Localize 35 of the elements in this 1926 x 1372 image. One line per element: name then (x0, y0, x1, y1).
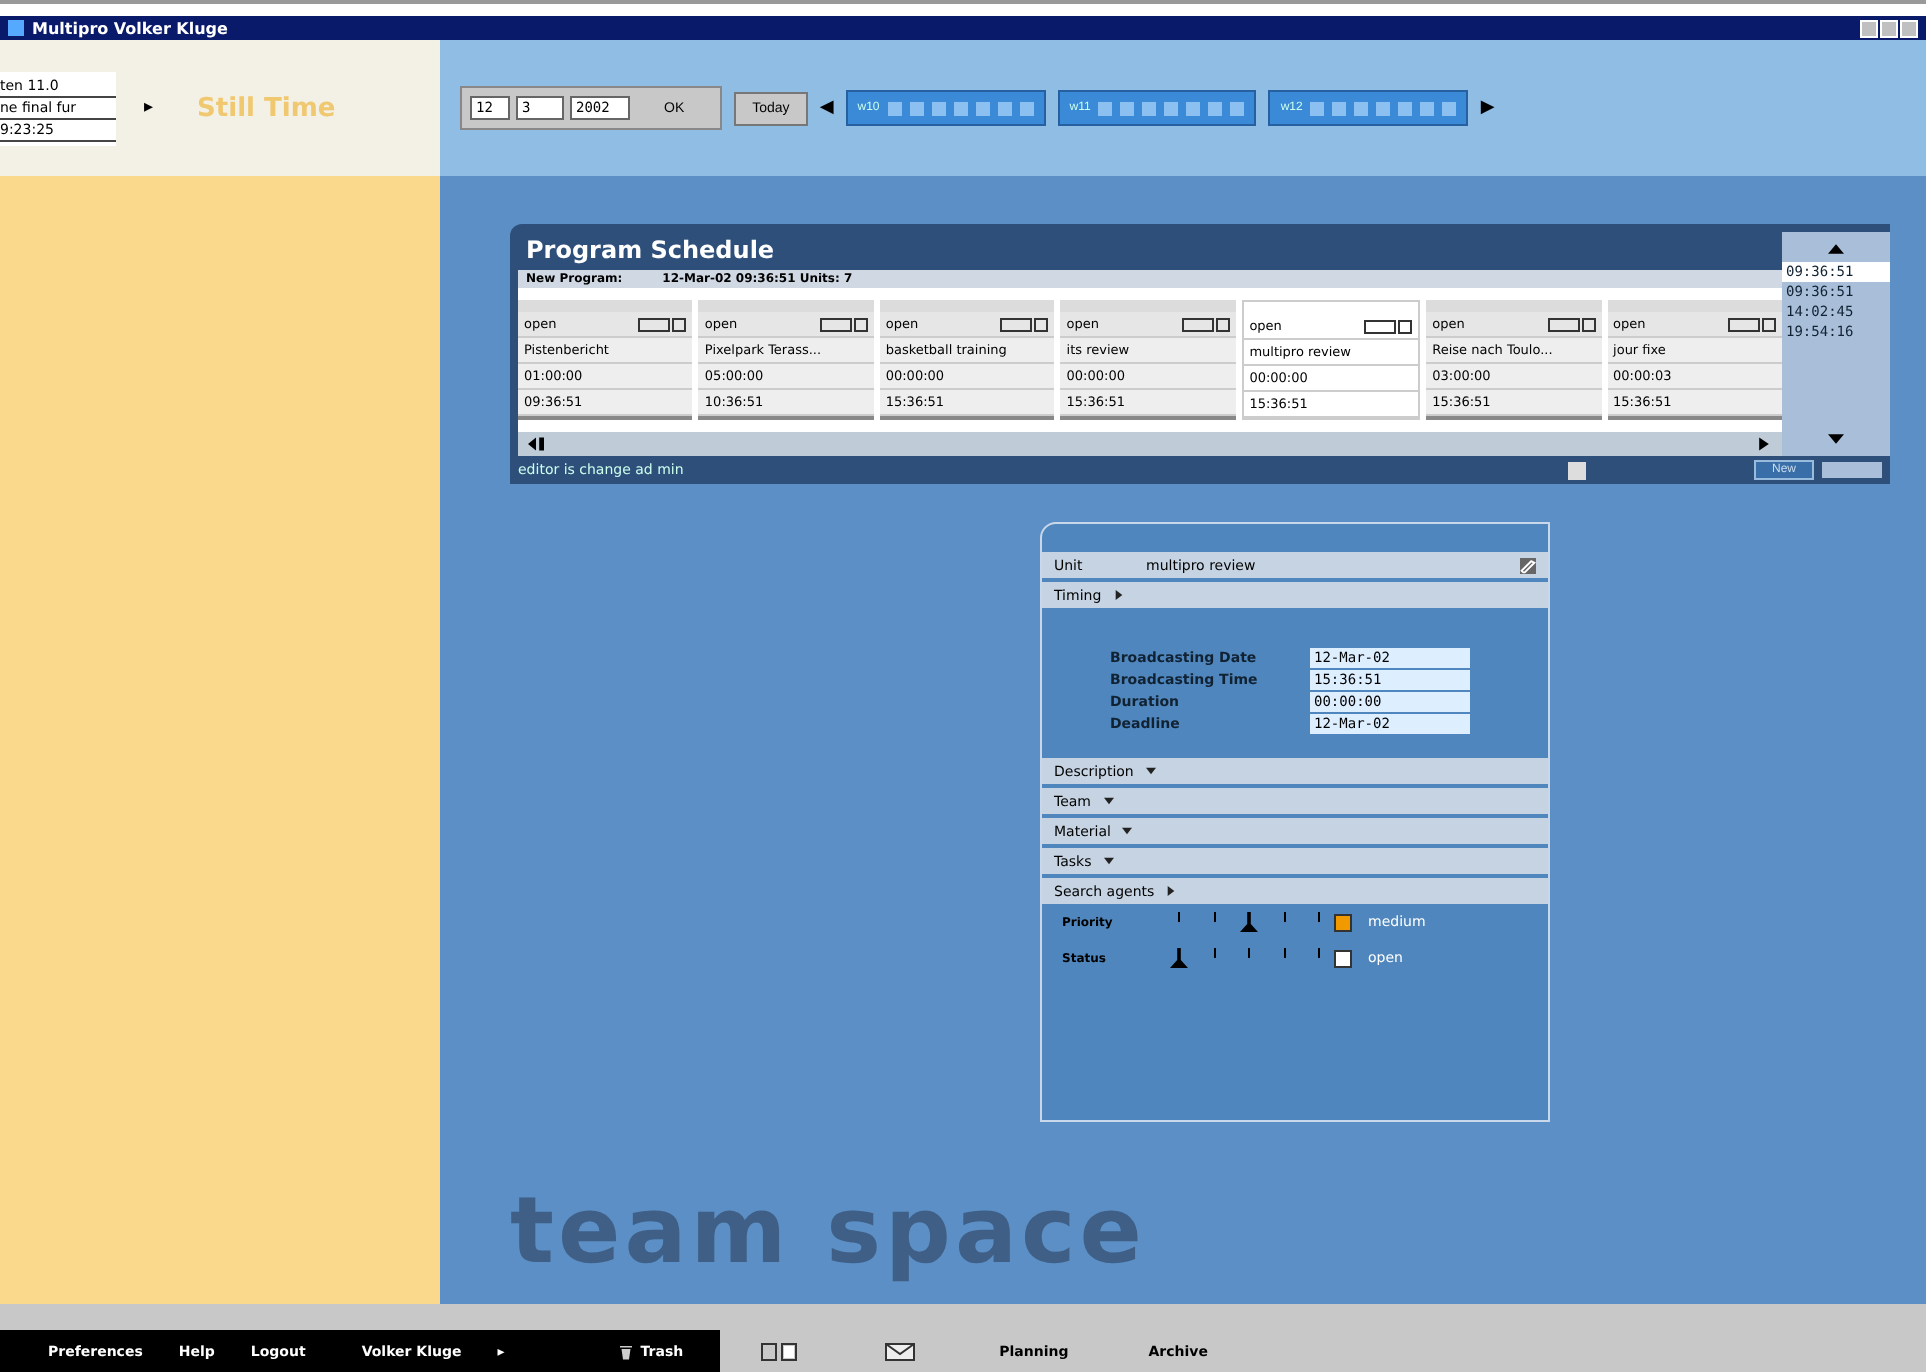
caret-down-icon (1145, 766, 1156, 776)
window-title: Multipro Volker Kluge (32, 19, 230, 37)
toggle-icon (1000, 317, 1049, 331)
documents-icon[interactable] (759, 1341, 800, 1361)
caret-right-icon (1166, 886, 1177, 896)
close-button[interactable] (1900, 19, 1918, 37)
caret-right-icon (1113, 590, 1124, 600)
caret-down-icon (1103, 796, 1114, 806)
ticker-arrow[interactable]: ▸ (144, 98, 154, 118)
slider[interactable] (1178, 912, 1318, 932)
next-button[interactable]: ▶ (1480, 98, 1495, 118)
scroll-up-icon[interactable] (1828, 244, 1844, 254)
minimize-button[interactable] (1860, 19, 1878, 37)
toggle-icon (1547, 317, 1596, 331)
toggle-icon (1364, 319, 1413, 333)
horizontal-scrollbar[interactable] (518, 432, 1782, 456)
caret-down-icon (1103, 856, 1114, 866)
previous-button[interactable]: ◀ (819, 98, 834, 118)
still-time-label: Still Time (197, 93, 336, 123)
envelope-icon[interactable] (879, 1341, 920, 1361)
scroll-down-icon[interactable] (1828, 434, 1844, 444)
resize-handle[interactable] (1567, 461, 1586, 479)
toggle-icon (819, 317, 868, 331)
caret-down-icon (1122, 826, 1133, 836)
app-icon (8, 20, 24, 36)
toggle-icon (1181, 317, 1230, 331)
toggle-icon (638, 317, 687, 331)
scroll-right-icon[interactable] (1754, 436, 1774, 452)
maximize-button[interactable] (1880, 19, 1898, 37)
scroll-left-icon[interactable] (526, 436, 546, 452)
trash-icon (620, 1343, 633, 1359)
brand-text: team space (510, 1176, 1146, 1284)
panel-title: Program Schedule (524, 234, 777, 268)
toggle-icon (1727, 317, 1776, 331)
pencil-icon[interactable] (1520, 557, 1536, 573)
